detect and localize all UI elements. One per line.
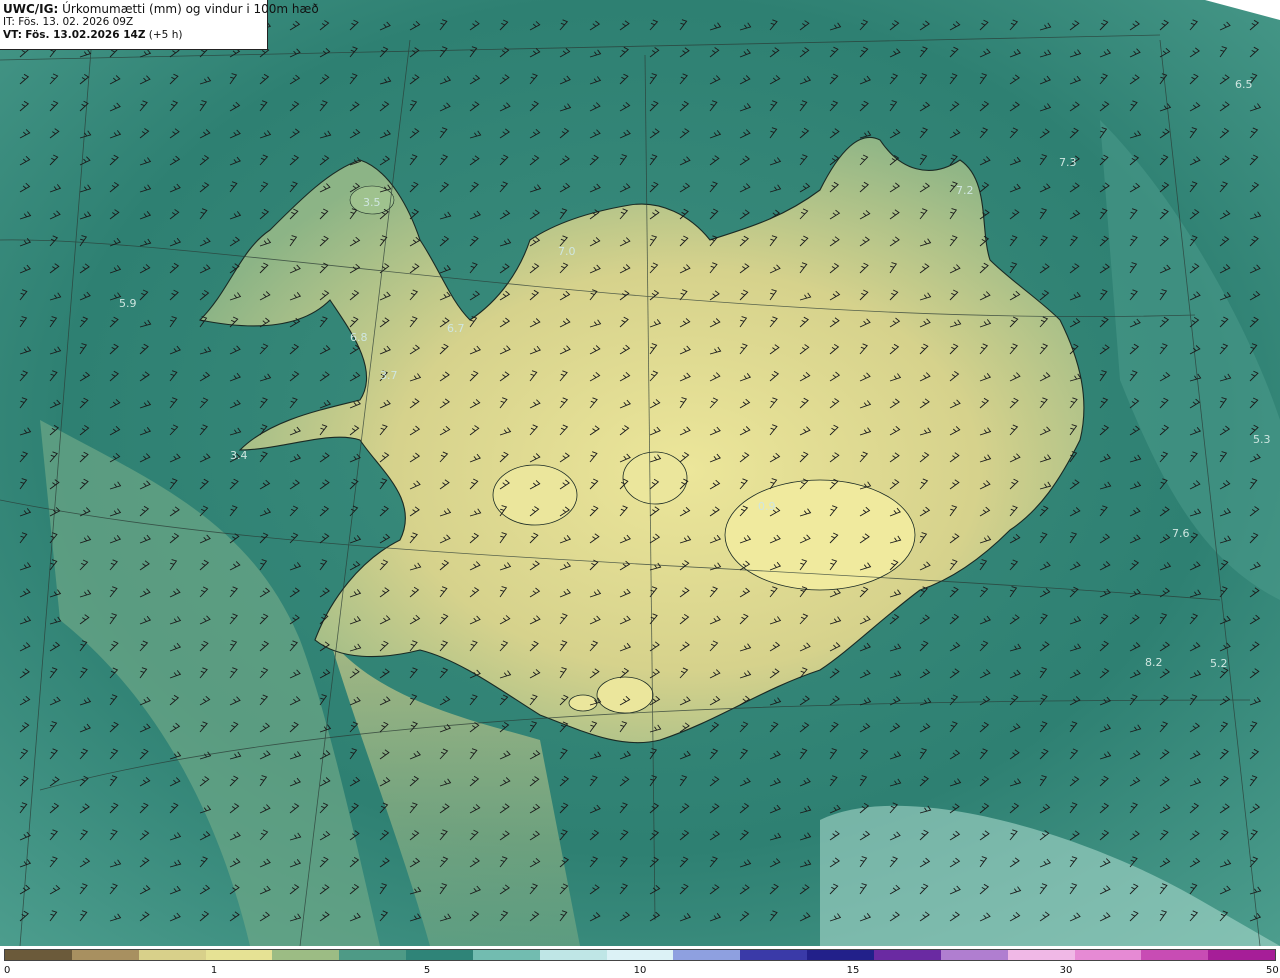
- colorbar-segment: [272, 950, 340, 960]
- colorbar-segment: [740, 950, 808, 960]
- colorbar-segment: [406, 950, 473, 960]
- map-label: 5.9: [119, 297, 137, 310]
- map-label: 7.3: [1059, 156, 1077, 169]
- colorbar-segment: [673, 950, 741, 960]
- colorbar-segment: [71, 950, 139, 960]
- map-label: 7.2: [956, 184, 974, 197]
- lead-time: (+5 h): [148, 29, 183, 41]
- glacier-myrdalsjokull: [596, 676, 654, 714]
- map-label: 3.7: [380, 369, 398, 382]
- valid-time-line: VT: Fös. 13.02.2026 14Z (+5 h): [3, 29, 263, 42]
- colorbar-segment: [1074, 950, 1142, 960]
- colorbar-tick: 30: [1059, 965, 1073, 976]
- colorbar-segment: [1007, 950, 1075, 960]
- valid-time: Fös. 13.02.2026 14Z: [25, 29, 146, 41]
- colorbar-tick: 15: [846, 965, 860, 976]
- colorbar-strip: [4, 949, 1276, 961]
- colorbar-tick: 50: [1266, 965, 1279, 976]
- init-time: IT: Fös. 13. 02. 2026 09Z: [3, 16, 134, 28]
- map-label: 6.7: [447, 322, 465, 335]
- map-label: 0.9: [758, 500, 776, 513]
- colorbar-segment: [472, 950, 540, 960]
- colorbar-segment: [205, 950, 273, 960]
- precipitation-wind-map: 3.5 5.9 6.8 6.7 3.7 3.4 7.0 7.2 7.3 6.5 …: [0, 0, 1280, 946]
- colorbar-segment: [138, 950, 206, 960]
- colorbar-tick: 10: [633, 965, 647, 976]
- map-label: 3.5: [363, 196, 381, 209]
- colorbar-segment: [940, 950, 1008, 960]
- glacier-eyjafjallajokull: [568, 694, 598, 712]
- map-title: Úrkomumætti (mm) og vindur i 100m hæð: [62, 2, 319, 16]
- colorbar-segment: [5, 950, 72, 960]
- map-label: 8.2: [1145, 656, 1163, 669]
- glacier-vatnajokull: [724, 479, 916, 591]
- colorbar-tick: 5: [423, 965, 431, 976]
- map-label: 5.2: [1210, 657, 1228, 670]
- map-label: 7.6: [1172, 527, 1190, 540]
- map-label: 3.4: [230, 449, 248, 462]
- product-name: UWC/IG:: [3, 2, 59, 16]
- map-title-line: UWC/IG: Úrkomumætti (mm) og vindur i 100…: [3, 2, 319, 16]
- colorbar-segment: [1208, 950, 1276, 960]
- map-label: 5.3: [1253, 433, 1271, 446]
- colorbar-tick: 0: [4, 965, 11, 976]
- colorbar: 0 1 5 10 15 30 50: [0, 946, 1280, 978]
- map-label: 6.8: [350, 331, 368, 344]
- glacier-hofsjokull: [622, 451, 688, 505]
- colorbar-segment: [339, 950, 407, 960]
- colorbar-segment: [1141, 950, 1209, 960]
- glacier-langjokull: [492, 464, 578, 526]
- colorbar-segment: [606, 950, 674, 960]
- colorbar-segment: [539, 950, 607, 960]
- map-label: 6.5: [1235, 78, 1253, 91]
- map-info-box: UWC/IG: Úrkomumætti (mm) og vindur i 100…: [0, 0, 319, 50]
- map-label: 7.0: [558, 245, 576, 258]
- valid-label: VT:: [3, 29, 22, 41]
- colorbar-tick: 1: [210, 965, 218, 976]
- colorbar-segment: [873, 950, 941, 960]
- colorbar-segment: [807, 950, 874, 960]
